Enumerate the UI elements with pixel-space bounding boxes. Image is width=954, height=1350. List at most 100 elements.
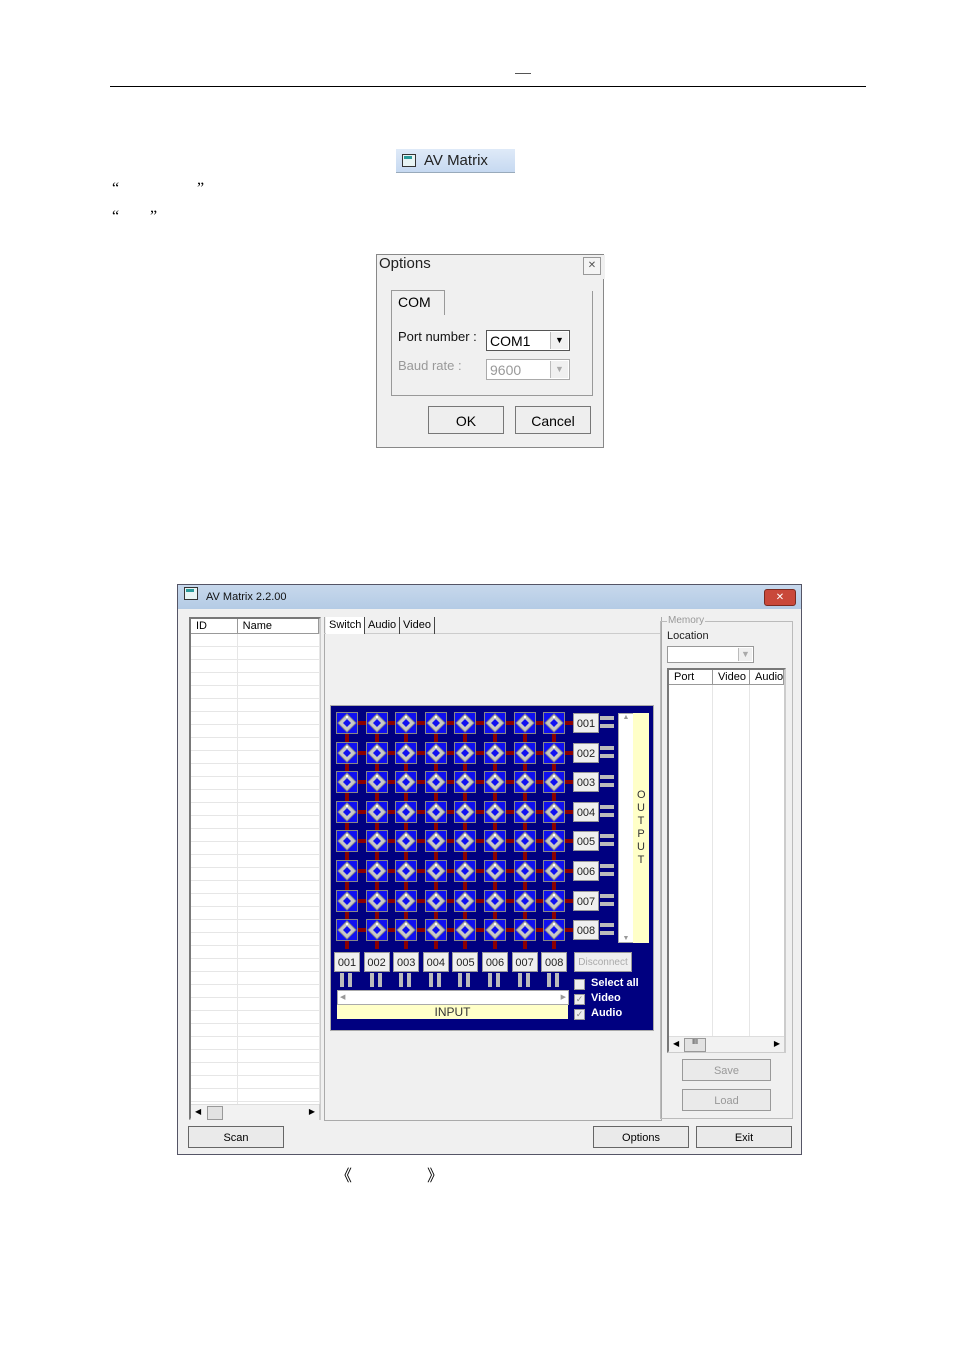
crosspoint-button[interactable] <box>336 800 358 823</box>
crosspoint-button[interactable] <box>543 830 566 853</box>
crosspoint-button[interactable] <box>454 712 477 734</box>
crosspoint-button[interactable] <box>484 771 506 794</box>
column-id[interactable]: ID <box>191 619 238 633</box>
column-name[interactable]: Name <box>238 619 319 633</box>
crosspoint-button[interactable] <box>454 889 477 912</box>
crosspoint-button[interactable] <box>484 830 506 853</box>
save-button[interactable]: Save <box>682 1059 771 1081</box>
input-button[interactable]: 006 <box>482 952 508 972</box>
crosspoint-button[interactable] <box>543 800 566 823</box>
crosspoint-button[interactable] <box>424 712 447 734</box>
scan-button[interactable]: Scan <box>188 1126 284 1148</box>
output-button[interactable]: 006 <box>573 861 599 881</box>
device-list[interactable]: ID Name ◀ ▶ <box>189 617 321 1120</box>
chevron-down-icon[interactable]: ▼ <box>550 332 568 349</box>
output-button[interactable]: 008 <box>573 920 599 941</box>
chevron-down-icon[interactable]: ▼ <box>738 648 752 661</box>
output-button[interactable]: 001 <box>573 713 599 733</box>
close-icon[interactable]: ✕ <box>583 257 601 275</box>
scroll-right-icon[interactable]: ▶ <box>774 1039 780 1048</box>
crosspoint-button[interactable] <box>543 712 566 734</box>
memory-list[interactable]: Port Video Audio ◀ III ▶ <box>667 668 786 1053</box>
scroll-thumb[interactable] <box>207 1106 223 1120</box>
crosspoint-button[interactable] <box>395 741 418 764</box>
crosspoint-button[interactable] <box>513 800 536 823</box>
tab-video[interactable]: Video <box>400 617 435 634</box>
column-audio[interactable]: Audio <box>750 670 784 684</box>
crosspoint-button[interactable] <box>484 712 506 734</box>
port-number-select[interactable]: COM1 ▼ <box>486 330 570 351</box>
crosspoint-button[interactable] <box>543 919 566 942</box>
crosspoint-button[interactable] <box>365 741 388 764</box>
input-scrollbar[interactable]: ◀ ▶ <box>337 990 569 1005</box>
crosspoint-button[interactable] <box>543 741 566 764</box>
crosspoint-button[interactable] <box>484 800 506 823</box>
crosspoint-button[interactable] <box>424 889 447 912</box>
crosspoint-button[interactable] <box>395 771 418 794</box>
crosspoint-button[interactable] <box>424 800 447 823</box>
crosspoint-button[interactable] <box>424 830 447 853</box>
tab-audio[interactable]: Audio <box>365 617 401 634</box>
cancel-button[interactable]: Cancel <box>515 406 591 434</box>
crosspoint-button[interactable] <box>454 800 477 823</box>
scroll-thumb[interactable]: III <box>684 1038 706 1052</box>
output-button[interactable]: 002 <box>573 742 599 763</box>
crosspoint-button[interactable] <box>454 919 477 942</box>
crosspoint-button[interactable] <box>513 860 536 882</box>
video-checkbox[interactable]: ✓ <box>574 994 585 1005</box>
crosspoint-button[interactable] <box>543 860 566 882</box>
scroll-right-icon[interactable]: ▶ <box>561 993 566 1001</box>
disconnect-button[interactable]: Disconnect <box>574 952 632 972</box>
crosspoint-button[interactable] <box>365 889 388 912</box>
tab-com[interactable]: COM <box>391 290 445 315</box>
crosspoint-button[interactable] <box>484 741 506 764</box>
crosspoint-button[interactable] <box>513 712 536 734</box>
load-button[interactable]: Load <box>682 1089 771 1111</box>
column-video[interactable]: Video <box>713 670 750 684</box>
crosspoint-button[interactable] <box>336 889 358 912</box>
crosspoint-button[interactable] <box>395 800 418 823</box>
crosspoint-button[interactable] <box>484 889 506 912</box>
scroll-left-icon[interactable]: ◀ <box>340 993 345 1001</box>
output-scrollbar[interactable]: ▲ ▼ <box>618 713 634 943</box>
crosspoint-button[interactable] <box>395 919 418 942</box>
crosspoint-button[interactable] <box>424 919 447 942</box>
crosspoint-button[interactable] <box>395 889 418 912</box>
output-button[interactable]: 003 <box>573 772 599 793</box>
crosspoint-button[interactable] <box>424 741 447 764</box>
crosspoint-button[interactable] <box>543 889 566 912</box>
scroll-down-icon[interactable]: ▼ <box>619 935 633 942</box>
crosspoint-button[interactable] <box>454 741 477 764</box>
window-close-button[interactable]: ✕ <box>764 589 796 606</box>
crosspoint-button[interactable] <box>513 830 536 853</box>
crosspoint-button[interactable] <box>513 889 536 912</box>
crosspoint-button[interactable] <box>543 771 566 794</box>
crosspoint-button[interactable] <box>336 741 358 764</box>
tab-switch[interactable]: Switch <box>326 617 366 634</box>
crosspoint-button[interactable] <box>513 741 536 764</box>
select-all-checkbox[interactable] <box>574 979 585 990</box>
ok-button[interactable]: OK <box>428 406 504 434</box>
crosspoint-button[interactable] <box>365 771 388 794</box>
input-button[interactable]: 003 <box>393 952 420 972</box>
crosspoint-button[interactable] <box>336 771 358 794</box>
crosspoint-button[interactable] <box>454 771 477 794</box>
crosspoint-button[interactable] <box>365 830 388 853</box>
crosspoint-button[interactable] <box>336 830 358 853</box>
crosspoint-button[interactable] <box>365 800 388 823</box>
crosspoint-button[interactable] <box>484 919 506 942</box>
options-button[interactable]: Options <box>593 1126 689 1148</box>
input-button[interactable]: 004 <box>422 952 449 972</box>
output-button[interactable]: 004 <box>573 801 599 822</box>
exit-button[interactable]: Exit <box>696 1126 792 1148</box>
input-button[interactable]: 007 <box>511 952 538 972</box>
crosspoint-button[interactable] <box>454 860 477 882</box>
crosspoint-button[interactable] <box>336 712 358 734</box>
column-port[interactable]: Port <box>669 670 713 684</box>
device-list-hscroll[interactable]: ◀ ▶ <box>191 1104 319 1120</box>
memory-list-hscroll[interactable]: ◀ III ▶ <box>669 1036 784 1052</box>
crosspoint-button[interactable] <box>513 771 536 794</box>
scroll-right-icon[interactable]: ▶ <box>309 1107 315 1116</box>
crosspoint-button[interactable] <box>395 830 418 853</box>
crosspoint-button[interactable] <box>395 712 418 734</box>
